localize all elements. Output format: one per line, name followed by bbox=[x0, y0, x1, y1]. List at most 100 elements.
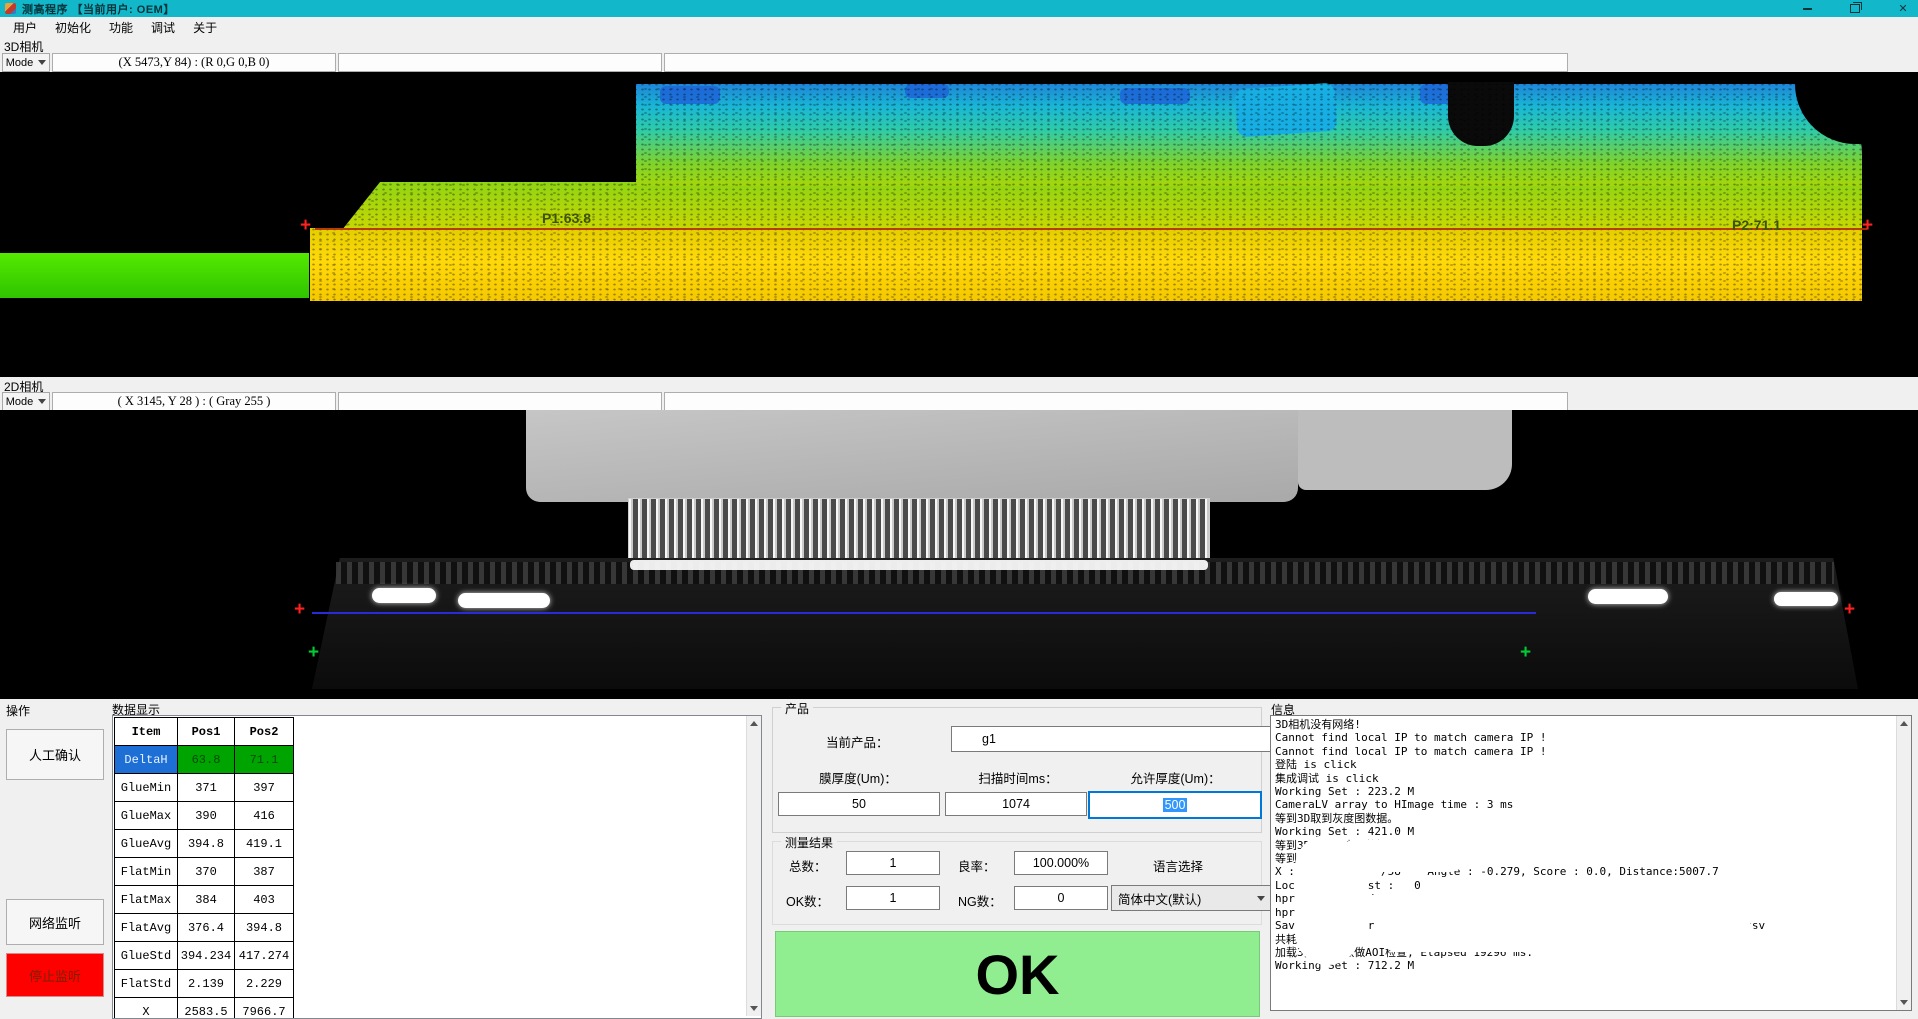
network-listen-button[interactable]: 网络监听 bbox=[6, 899, 104, 945]
table-row[interactable]: FlatMax 384 403 bbox=[115, 886, 294, 914]
cell-item: GlueStd bbox=[115, 942, 178, 970]
scan-time-input[interactable]: 1074 bbox=[945, 792, 1087, 816]
stop-listen-button[interactable]: 停止监听 bbox=[6, 953, 104, 997]
table-row[interactable]: GlueMin 371 397 bbox=[115, 774, 294, 802]
restore-icon bbox=[1850, 4, 1860, 13]
total-input[interactable]: 1 bbox=[846, 851, 940, 875]
chevron-down-icon bbox=[38, 399, 46, 404]
cell-pos2: 403 bbox=[235, 886, 294, 914]
ok-count-label: OK数： bbox=[786, 891, 829, 910]
table-row[interactable]: X 2583.5 7966.7 bbox=[115, 998, 294, 1019]
close-button[interactable]: ✕ bbox=[1892, 1, 1914, 16]
film-thickness-input[interactable]: 50 bbox=[778, 792, 940, 816]
current-product-label: 当前产品： bbox=[826, 732, 889, 751]
scroll-down-icon[interactable] bbox=[1897, 995, 1911, 1010]
cell-pos1: 370 bbox=[178, 858, 235, 886]
camera3d-mode-label: Mode bbox=[6, 57, 34, 69]
cell-pos1: 394.234 bbox=[178, 942, 235, 970]
menu-item[interactable]: 用户 bbox=[4, 17, 46, 38]
menu-item[interactable]: 关于 bbox=[184, 17, 226, 38]
film-thickness-label: 膜厚度(Um)： bbox=[778, 768, 938, 787]
cell-item: GlueMin bbox=[115, 774, 178, 802]
menu-item[interactable]: 调试 bbox=[142, 17, 184, 38]
camera2d-pixel-readout: ( X 3145, Y 28 ) : ( Gray 255 ) bbox=[52, 392, 336, 411]
log-line: Cannot find local IP to match camera IP … bbox=[1275, 731, 1911, 744]
cell-pos2: 394.8 bbox=[235, 914, 294, 942]
restore-button[interactable] bbox=[1844, 1, 1866, 16]
table-row[interactable]: DeltaH 63.8 71.1 bbox=[115, 746, 294, 774]
log-line: Working Set : 421.0 M bbox=[1275, 825, 1911, 838]
allowed-thickness-input[interactable]: 500 bbox=[1088, 791, 1262, 819]
table-row[interactable]: FlatStd 2.139 2.229 bbox=[115, 970, 294, 998]
info-panel: 信息 3D相机没有网络!Cannot find local IP to matc… bbox=[1268, 699, 1914, 1017]
cell-pos1: 371 bbox=[178, 774, 235, 802]
cell-pos2: 419.1 bbox=[235, 830, 294, 858]
ok-count-input[interactable]: 1 bbox=[846, 886, 940, 910]
results-title: 测量结果 bbox=[781, 834, 837, 851]
stop-listen-label: 停止监听 bbox=[29, 966, 81, 985]
product-title: 产品 bbox=[781, 700, 813, 717]
marker-cross-green-left: + bbox=[308, 646, 319, 660]
marker-cross-red-left: + bbox=[294, 603, 305, 617]
glue-blob bbox=[372, 588, 436, 603]
allowed-thickness-value: 500 bbox=[1163, 798, 1188, 812]
marker-cross-green-right: + bbox=[1520, 646, 1531, 660]
table-row[interactable]: GlueStd 394.234 417.274 bbox=[115, 942, 294, 970]
profile-line bbox=[315, 228, 1867, 230]
connector-bottom-glow bbox=[630, 560, 1208, 570]
cell-pos2: 7966.7 bbox=[235, 998, 294, 1019]
language-dropdown-value: 简体中文(默认) bbox=[1118, 889, 1201, 908]
menu-bar: 用户初始化功能调试关于 bbox=[0, 17, 1918, 38]
redaction-blob bbox=[1338, 840, 1466, 872]
log-scrollbar[interactable] bbox=[1896, 716, 1911, 1010]
product-groupbox: 产品 当前产品： g1 膜厚度(Um)： 扫描时间ms： 允许厚度(Um)： 5… bbox=[772, 707, 1262, 833]
ng-count-label: NG数： bbox=[958, 891, 1002, 910]
app-icon bbox=[5, 3, 16, 14]
cell-pos1: 2.139 bbox=[178, 970, 235, 998]
ng-count-input[interactable]: 0 bbox=[1014, 886, 1108, 910]
camera2d-mode-button[interactable]: Mode bbox=[2, 392, 50, 411]
yield-label: 良率： bbox=[958, 856, 996, 875]
cell-pos1: 394.8 bbox=[178, 830, 235, 858]
log-line: Working Set : 712.2 M bbox=[1275, 959, 1911, 972]
cell-item: GlueAvg bbox=[115, 830, 178, 858]
cell-pos2: 2.229 bbox=[235, 970, 294, 998]
network-listen-label: 网络监听 bbox=[29, 913, 81, 932]
table-row[interactable]: GlueMax 390 416 bbox=[115, 802, 294, 830]
ok-count-value: 1 bbox=[890, 891, 897, 905]
table-row[interactable]: FlatMin 370 387 bbox=[115, 858, 294, 886]
cell-pos2: 417.274 bbox=[235, 942, 294, 970]
menu-item[interactable]: 功能 bbox=[100, 17, 142, 38]
current-product-input[interactable]: g1 bbox=[951, 726, 1289, 752]
glue-blob bbox=[1774, 592, 1838, 606]
minimize-button[interactable] bbox=[1796, 1, 1818, 16]
manual-confirm-button[interactable]: 人工确认 bbox=[6, 729, 104, 780]
cell-item: X bbox=[115, 998, 178, 1019]
marker-cross-red-left: + bbox=[300, 219, 311, 233]
redaction-blob bbox=[1380, 918, 1755, 952]
table-scrollbar[interactable] bbox=[746, 716, 761, 1016]
language-dropdown[interactable]: 简体中文(默认) bbox=[1111, 885, 1272, 911]
film-thickness-value: 50 bbox=[852, 797, 866, 811]
camera3d-pixel-readout: (X 5473,Y 84) : (R 0,G 0,B 0) bbox=[52, 53, 336, 72]
table-row[interactable]: GlueAvg 394.8 419.1 bbox=[115, 830, 294, 858]
scroll-down-icon[interactable] bbox=[747, 1001, 761, 1016]
window-controls: ✕ bbox=[1796, 0, 1914, 17]
yield-value: 100.000% bbox=[1033, 856, 1089, 870]
scroll-up-icon[interactable] bbox=[747, 716, 761, 731]
cell-pos1: 2583.5 bbox=[178, 998, 235, 1019]
heightmap-3d-view[interactable]: + + P1:63.8 P2:71.1 bbox=[0, 72, 1918, 377]
camera3d-mode-button[interactable]: Mode bbox=[2, 53, 50, 72]
scroll-up-icon[interactable] bbox=[1897, 716, 1911, 731]
col-header-item: Item bbox=[115, 718, 178, 746]
yield-input[interactable]: 100.000% bbox=[1014, 851, 1108, 875]
camera2d-toolbar: Mode ( X 3145, Y 28 ) : ( Gray 255 ) bbox=[0, 391, 1918, 411]
log-line: 登陆 is click bbox=[1275, 758, 1911, 771]
grayscale-2d-view[interactable]: + + + + bbox=[0, 410, 1918, 699]
camera3d-toolbar-box-2 bbox=[664, 53, 1568, 72]
menu-item[interactable]: 初始化 bbox=[46, 17, 100, 38]
allowed-thickness-label: 允许厚度(Um)： bbox=[1093, 768, 1258, 787]
minimize-icon bbox=[1803, 8, 1812, 10]
table-row[interactable]: FlatAvg 376.4 394.8 bbox=[115, 914, 294, 942]
col-header-pos1: Pos1 bbox=[178, 718, 235, 746]
